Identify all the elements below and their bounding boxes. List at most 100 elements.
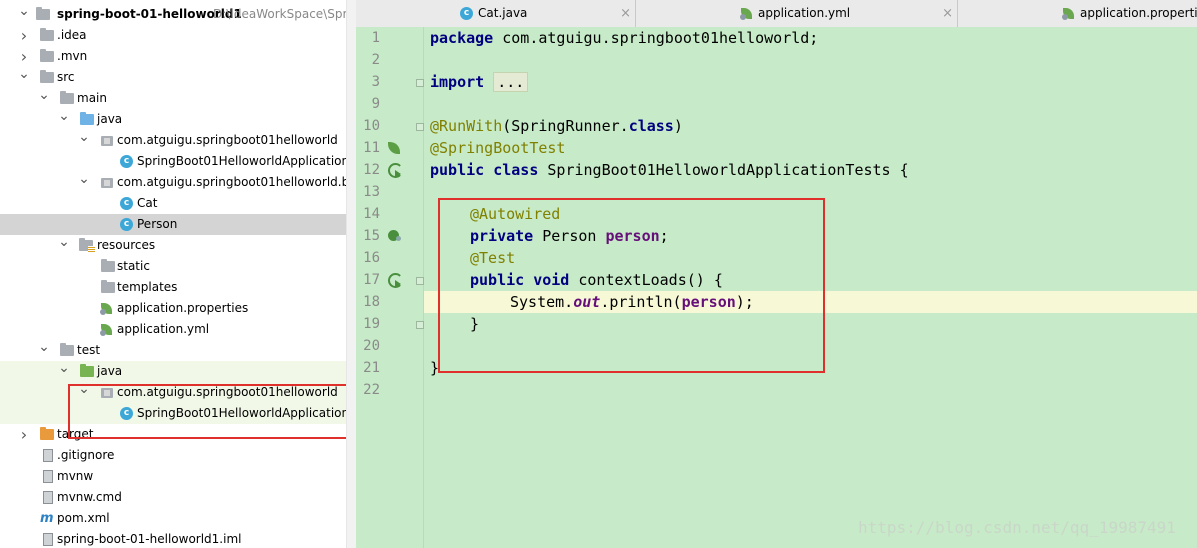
chevron-right-icon[interactable] [18, 46, 30, 67]
chevron-down-icon[interactable] [38, 340, 50, 361]
tree-row-main[interactable]: main [0, 88, 346, 109]
tree-label: static [117, 259, 150, 273]
keyword: public class [430, 161, 539, 179]
chevron-down-icon[interactable] [78, 130, 90, 151]
test-folder-icon [80, 364, 94, 377]
chevron-down-icon[interactable] [38, 88, 50, 109]
tree-row-idea[interactable]: .idea [0, 25, 346, 46]
code-editor[interactable]: 1 2 3 9 10 11 12 13 14 15 16 17 18 19 20… [356, 27, 1197, 548]
class-icon [120, 218, 133, 231]
chevron-down-icon[interactable] [78, 172, 90, 193]
project-path: D:\IdeaWorkSpace\Sprin [213, 7, 346, 21]
chevron-down-icon[interactable] [18, 4, 30, 25]
tree-row-test[interactable]: test [0, 340, 346, 361]
tree-row-application-class[interactable]: SpringBoot01HelloworldApplication [0, 151, 346, 172]
folder-icon [40, 70, 54, 83]
tree-row-static[interactable]: static [0, 256, 346, 277]
keyword: class [628, 117, 674, 135]
line-number: 22 [363, 382, 380, 398]
tree-label: pom.xml [57, 511, 110, 525]
code-line-12: public class SpringBoot01HelloworldAppli… [430, 159, 909, 181]
annotation: @SpringBootTest [430, 139, 566, 157]
chevron-down-icon[interactable] [58, 361, 70, 382]
tree-label: main [77, 91, 107, 105]
tree-row-src[interactable]: src [0, 67, 346, 88]
folded-imports[interactable]: ... [493, 72, 529, 92]
watermark: https://blog.csdn.net/qq_19987491 [858, 518, 1176, 537]
tree-row-test-java[interactable]: java [0, 361, 346, 382]
tab-application-properties[interactable]: application.properties [958, 0, 1197, 27]
tree-row-bean-package[interactable]: com.atguigu.springboot01helloworld.bea [0, 172, 346, 193]
fold-marker-icon[interactable] [416, 277, 424, 285]
line-number: 2 [371, 52, 380, 68]
tree-label: spring-boot-01-helloworld1.iml [57, 532, 242, 546]
run-test-icon[interactable] [387, 162, 403, 178]
tab-application-yml[interactable]: application.yml × [636, 0, 958, 27]
run-test-icon[interactable] [387, 272, 403, 288]
tree-row-person[interactable]: Person [0, 214, 346, 235]
tab-cat-java[interactable]: Cat.java × [356, 0, 636, 27]
tree-row-pom[interactable]: pom.xml [0, 508, 346, 529]
chevron-right-icon[interactable] [18, 424, 30, 445]
folder-icon [40, 49, 54, 62]
tree-row-mvnw-cmd[interactable]: mvnw.cmd [0, 487, 346, 508]
close-icon[interactable]: × [620, 0, 631, 27]
chevron-down-icon[interactable] [58, 235, 70, 256]
tree-row-mvnw[interactable]: mvnw [0, 466, 346, 487]
tab-label: application.yml [758, 6, 851, 20]
code-text: (SpringRunner. [502, 117, 629, 135]
tree-highlight-box [68, 384, 356, 439]
tree-label: application.yml [117, 322, 210, 336]
chevron-right-icon[interactable] [18, 25, 30, 46]
spring-bean-icon[interactable] [387, 140, 403, 156]
line-number: 18 [363, 294, 380, 310]
tree-label: .idea [57, 28, 87, 42]
keyword: import [430, 73, 485, 91]
tree-row-mvn[interactable]: .mvn [0, 46, 346, 67]
line-number: 13 [363, 184, 380, 200]
file-icon [43, 491, 53, 504]
tree-row-application-yml[interactable]: application.yml [0, 319, 346, 340]
package-icon [101, 178, 113, 188]
tree-row-resources[interactable]: resources [0, 235, 346, 256]
spring-config-icon [100, 323, 113, 336]
autowired-navigate-icon[interactable] [387, 228, 403, 244]
tree-label: mvnw.cmd [57, 490, 122, 504]
folder-icon [60, 343, 74, 356]
tree-row-package[interactable]: com.atguigu.springboot01helloworld [0, 130, 346, 151]
tree-row-iml[interactable]: spring-boot-01-helloworld1.iml [0, 529, 346, 548]
close-icon[interactable]: × [942, 0, 953, 27]
tab-label: Cat.java [478, 6, 528, 20]
fold-marker-icon[interactable] [416, 79, 424, 87]
fold-marker-icon[interactable] [416, 321, 424, 329]
code-text: ) [673, 117, 683, 135]
class-icon [120, 155, 133, 168]
folder-icon [40, 28, 54, 41]
tree-label: mvnw [57, 469, 94, 483]
file-icon [43, 449, 53, 462]
code-line-11: @SpringBootTest [430, 137, 565, 159]
resources-folder-icon [79, 238, 95, 252]
chevron-down-icon[interactable] [18, 67, 30, 88]
tree-row-cat[interactable]: Cat [0, 193, 346, 214]
line-number: 3 [371, 74, 380, 90]
file-icon [43, 533, 53, 546]
tree-label: resources [97, 238, 156, 252]
tree-row-project-root[interactable]: spring-boot-01-helloworld1 D:\IdeaWorkSp… [0, 4, 346, 25]
tree-row-main-java[interactable]: java [0, 109, 346, 130]
code-text: com.atguigu.springboot01helloworld; [493, 29, 819, 47]
tree-row-gitignore[interactable]: .gitignore [0, 445, 346, 466]
line-number: 14 [363, 206, 380, 222]
tree-row-templates[interactable]: templates [0, 277, 346, 298]
tree-row-application-properties[interactable]: application.properties [0, 298, 346, 319]
line-number: 1 [371, 30, 380, 46]
fold-marker-icon[interactable] [416, 123, 424, 131]
tree-label: Person [137, 217, 178, 231]
chevron-down-icon[interactable] [58, 109, 70, 130]
tree-label: Cat [137, 196, 158, 210]
project-tree-panel: spring-boot-01-helloworld1 D:\IdeaWorkSp… [0, 0, 356, 548]
tree-label: java [97, 364, 123, 378]
line-number: 16 [363, 250, 380, 266]
tree-label: .mvn [57, 49, 88, 63]
folder-icon [101, 280, 115, 293]
